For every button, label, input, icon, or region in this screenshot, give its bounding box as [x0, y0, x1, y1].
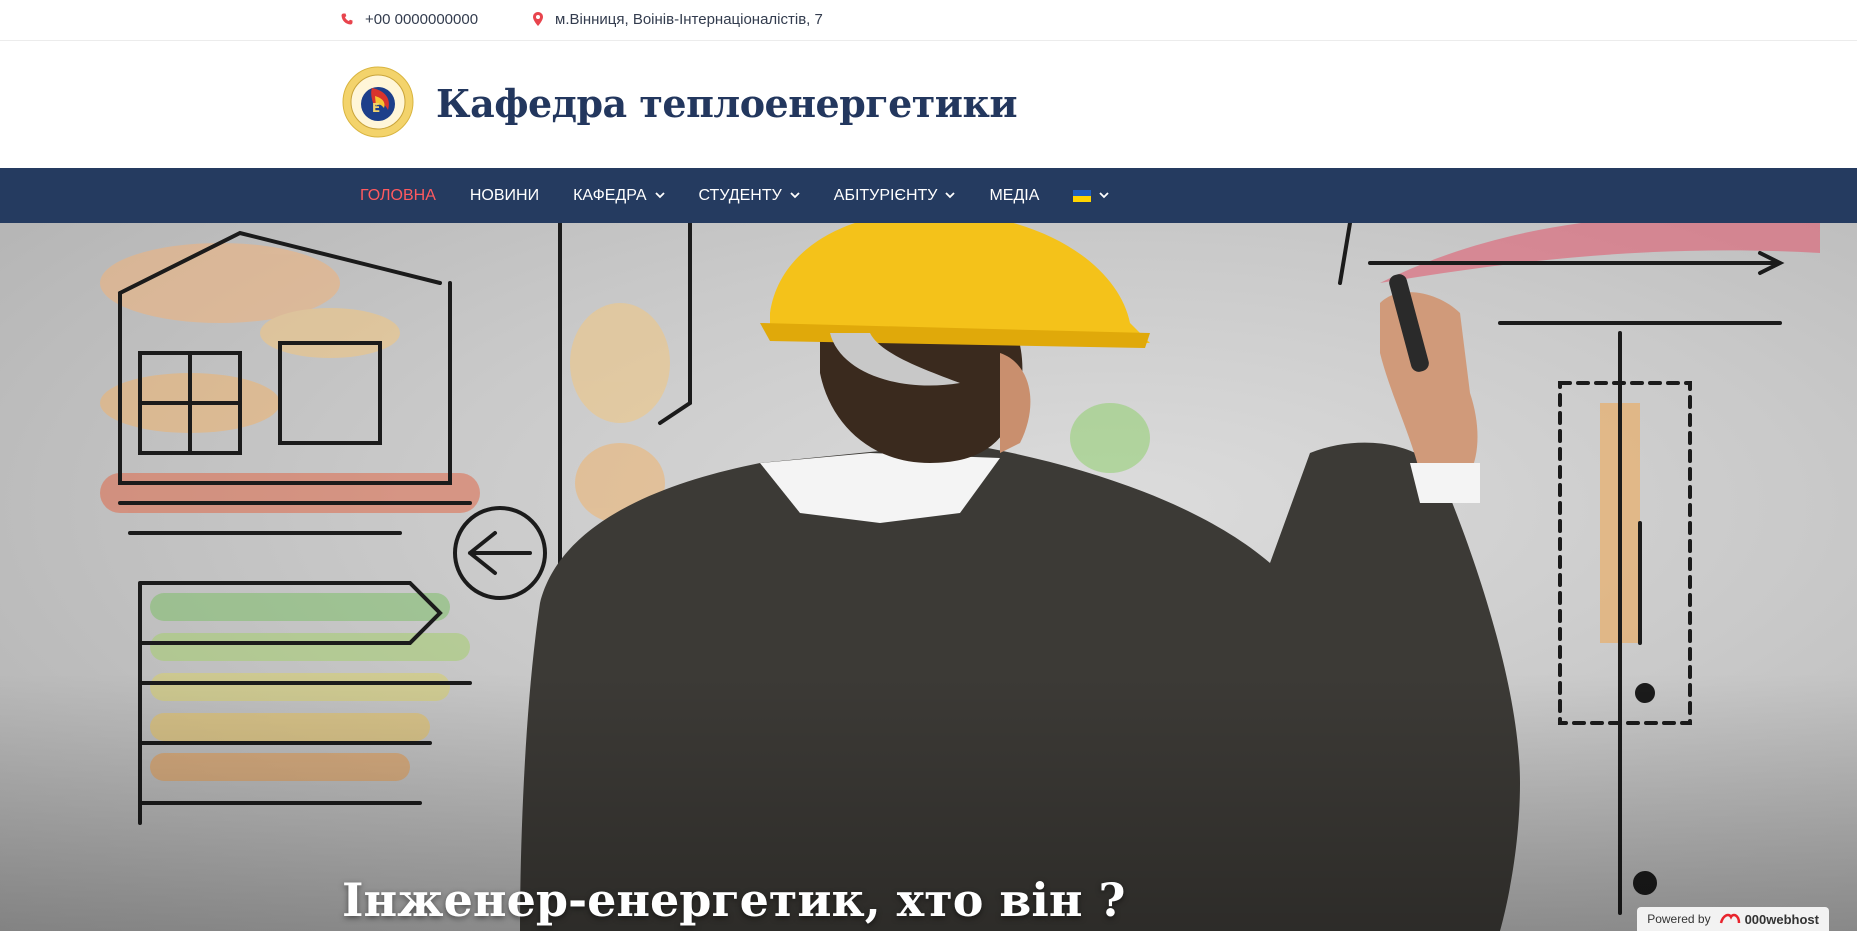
- hero-banner: Інженер-енергетик, хто він ? Powered by …: [0, 223, 1857, 931]
- nav-item-label: СТУДЕНТУ: [698, 186, 782, 204]
- language-switcher[interactable]: [1056, 168, 1126, 223]
- nav-item-label: КАФЕДРА: [573, 186, 647, 204]
- host-brand: 000webhost: [1719, 911, 1819, 928]
- nav-item-student[interactable]: СТУДЕНТУ: [682, 168, 817, 223]
- chevron-down-icon: [790, 192, 800, 199]
- powered-by-label: Powered by: [1647, 912, 1711, 926]
- host-brand-label: 000webhost: [1744, 911, 1819, 927]
- nav-item-media[interactable]: МЕДІА: [972, 168, 1056, 223]
- nav-item-department[interactable]: КАФЕДРА: [556, 168, 681, 223]
- nav-item-label: МЕДІА: [989, 186, 1040, 204]
- chevron-down-icon: [945, 192, 956, 199]
- phone-contact[interactable]: +00 0000000000: [341, 0, 478, 38]
- chevron-down-icon: [1099, 192, 1110, 199]
- phone-icon: [341, 13, 353, 25]
- department-logo[interactable]: E: [342, 66, 414, 138]
- site-title[interactable]: Кафедра теплоенергетики: [436, 81, 1018, 126]
- host-logo-icon: [1719, 911, 1741, 928]
- main-navigation: ГОЛОВНА НОВИНИ КАФЕДРА СТУДЕНТУ АБІТУРІЄ…: [0, 168, 1857, 223]
- site-header: E Кафедра теплоенергетики: [0, 41, 1857, 168]
- top-info-bar: +00 0000000000 м.Вінниця, Воінів-Інтерна…: [0, 0, 1857, 41]
- hero-image: [0, 223, 1857, 931]
- address-text: м.Вінниця, Воінів-Інтернаціоналістів, 7: [555, 10, 823, 28]
- nav-item-label: ГОЛОВНА: [360, 186, 436, 204]
- map-marker-icon: [533, 12, 543, 26]
- nav-menu: ГОЛОВНА НОВИНИ КАФЕДРА СТУДЕНТУ АБІТУРІЄ…: [343, 168, 1126, 223]
- svg-text:E: E: [372, 101, 380, 115]
- nav-item-home[interactable]: ГОЛОВНА: [343, 168, 453, 223]
- nav-item-news[interactable]: НОВИНИ: [453, 168, 556, 223]
- nav-item-label: АБІТУРІЄНТУ: [833, 186, 938, 204]
- hero-title[interactable]: Інженер-енергетик, хто він ?: [342, 873, 1125, 927]
- powered-by-badge[interactable]: Powered by 000webhost: [1637, 907, 1829, 931]
- chevron-down-icon: [654, 192, 665, 199]
- nav-item-applicant[interactable]: АБІТУРІЄНТУ: [817, 168, 973, 223]
- ukraine-flag-icon: [1073, 189, 1092, 202]
- nav-item-label: НОВИНИ: [469, 186, 540, 204]
- address-contact: м.Вінниця, Воінів-Інтернаціоналістів, 7: [533, 0, 823, 38]
- phone-text: +00 0000000000: [365, 10, 479, 28]
